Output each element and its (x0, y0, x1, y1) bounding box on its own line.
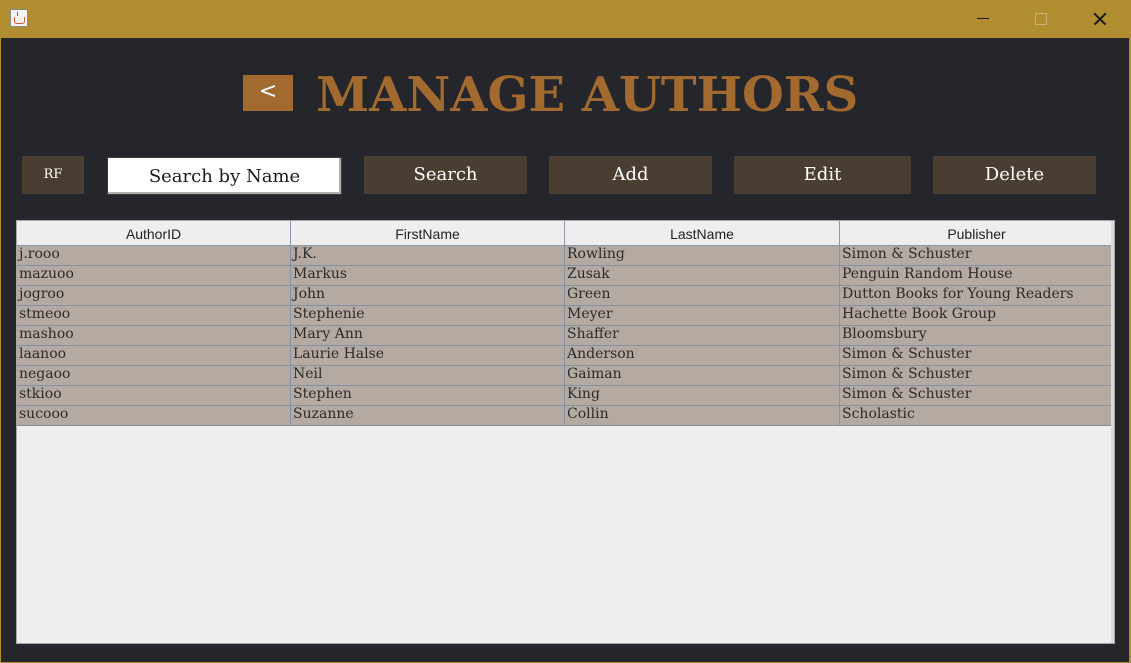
table-cell: Simon & Schuster (840, 346, 1114, 366)
table-cell: stkioo (17, 386, 291, 406)
table-row[interactable]: mashoo Mary Ann Shaffer Bloomsbury (17, 326, 1114, 346)
maximize-icon (1035, 13, 1047, 25)
add-button[interactable]: Add (549, 156, 712, 194)
window-titlebar (0, 0, 1131, 38)
refresh-button[interactable]: RF (22, 156, 84, 194)
table-cell: Bloomsbury (840, 326, 1114, 346)
table-cell: Stephenie (291, 306, 565, 326)
table-row[interactable]: j.rooo J.K. Rowling Simon & Schuster (17, 246, 1114, 266)
table-cell: sucooo (17, 406, 291, 426)
table-cell: Anderson (565, 346, 840, 366)
table-cell: Gaiman (565, 366, 840, 386)
table-cell: laanoo (17, 346, 291, 366)
authors-table[interactable]: AuthorID FirstName LastName Publisher j.… (16, 220, 1115, 644)
search-input[interactable] (107, 157, 342, 195)
table-row[interactable]: mazuoo Markus Zusak Penguin Random House (17, 266, 1114, 286)
minimize-icon (977, 18, 989, 19)
table-cell: Collin (565, 406, 840, 426)
table-body: j.rooo J.K. Rowling Simon & Schuster maz… (17, 246, 1114, 426)
delete-button[interactable]: Delete (933, 156, 1096, 194)
page-title: MANAGE AUTHORS (316, 67, 859, 123)
back-button[interactable]: < (243, 75, 293, 111)
table-cell: Suzanne (291, 406, 565, 426)
table-cell: Simon & Schuster (840, 366, 1114, 386)
edit-button[interactable]: Edit (734, 156, 911, 194)
column-header-firstname[interactable]: FirstName (291, 221, 565, 245)
table-cell: jogroo (17, 286, 291, 306)
table-header: AuthorID FirstName LastName Publisher (17, 221, 1114, 246)
table-row[interactable]: sucooo Suzanne Collin Scholastic (17, 406, 1114, 426)
table-cell: Dutton Books for Young Readers (840, 286, 1114, 306)
table-row[interactable]: laanoo Laurie Halse Anderson Simon & Sch… (17, 346, 1114, 366)
table-cell: mazuoo (17, 266, 291, 286)
table-cell: Green (565, 286, 840, 306)
table-cell: Laurie Halse (291, 346, 565, 366)
table-cell: Markus (291, 266, 565, 286)
table-cell: Mary Ann (291, 326, 565, 346)
table-cell: Stephen (291, 386, 565, 406)
table-cell: mashoo (17, 326, 291, 346)
minimize-button[interactable] (954, 0, 1012, 38)
table-cell: negaoo (17, 366, 291, 386)
column-header-authorid[interactable]: AuthorID (17, 221, 291, 245)
close-button[interactable] (1070, 0, 1128, 38)
table-cell: j.rooo (17, 246, 291, 266)
table-cell: Scholastic (840, 406, 1114, 426)
table-cell: J.K. (291, 246, 565, 266)
table-cell: stmeoo (17, 306, 291, 326)
table-cell: Rowling (565, 246, 840, 266)
table-row[interactable]: stkioo Stephen King Simon & Schuster (17, 386, 1114, 406)
table-cell: King (565, 386, 840, 406)
table-row[interactable]: stmeoo Stephenie Meyer Hachette Book Gro… (17, 306, 1114, 326)
search-button[interactable]: Search (364, 156, 527, 194)
table-cell: Simon & Schuster (840, 386, 1114, 406)
maximize-button[interactable] (1012, 0, 1070, 38)
table-row[interactable]: negaoo Neil Gaiman Simon & Schuster (17, 366, 1114, 386)
table-cell: Neil (291, 366, 565, 386)
column-header-lastname[interactable]: LastName (565, 221, 840, 245)
table-cell: Shaffer (565, 326, 840, 346)
table-cell: Simon & Schuster (840, 246, 1114, 266)
table-cell: Penguin Random House (840, 266, 1114, 286)
column-header-publisher[interactable]: Publisher (840, 221, 1114, 245)
table-scroll-edge (1111, 221, 1114, 643)
table-cell: Meyer (565, 306, 840, 326)
table-cell: John (291, 286, 565, 306)
java-cup-icon (10, 9, 28, 27)
table-row[interactable]: jogroo John Green Dutton Books for Young… (17, 286, 1114, 306)
table-cell: Hachette Book Group (840, 306, 1114, 326)
table-cell: Zusak (565, 266, 840, 286)
